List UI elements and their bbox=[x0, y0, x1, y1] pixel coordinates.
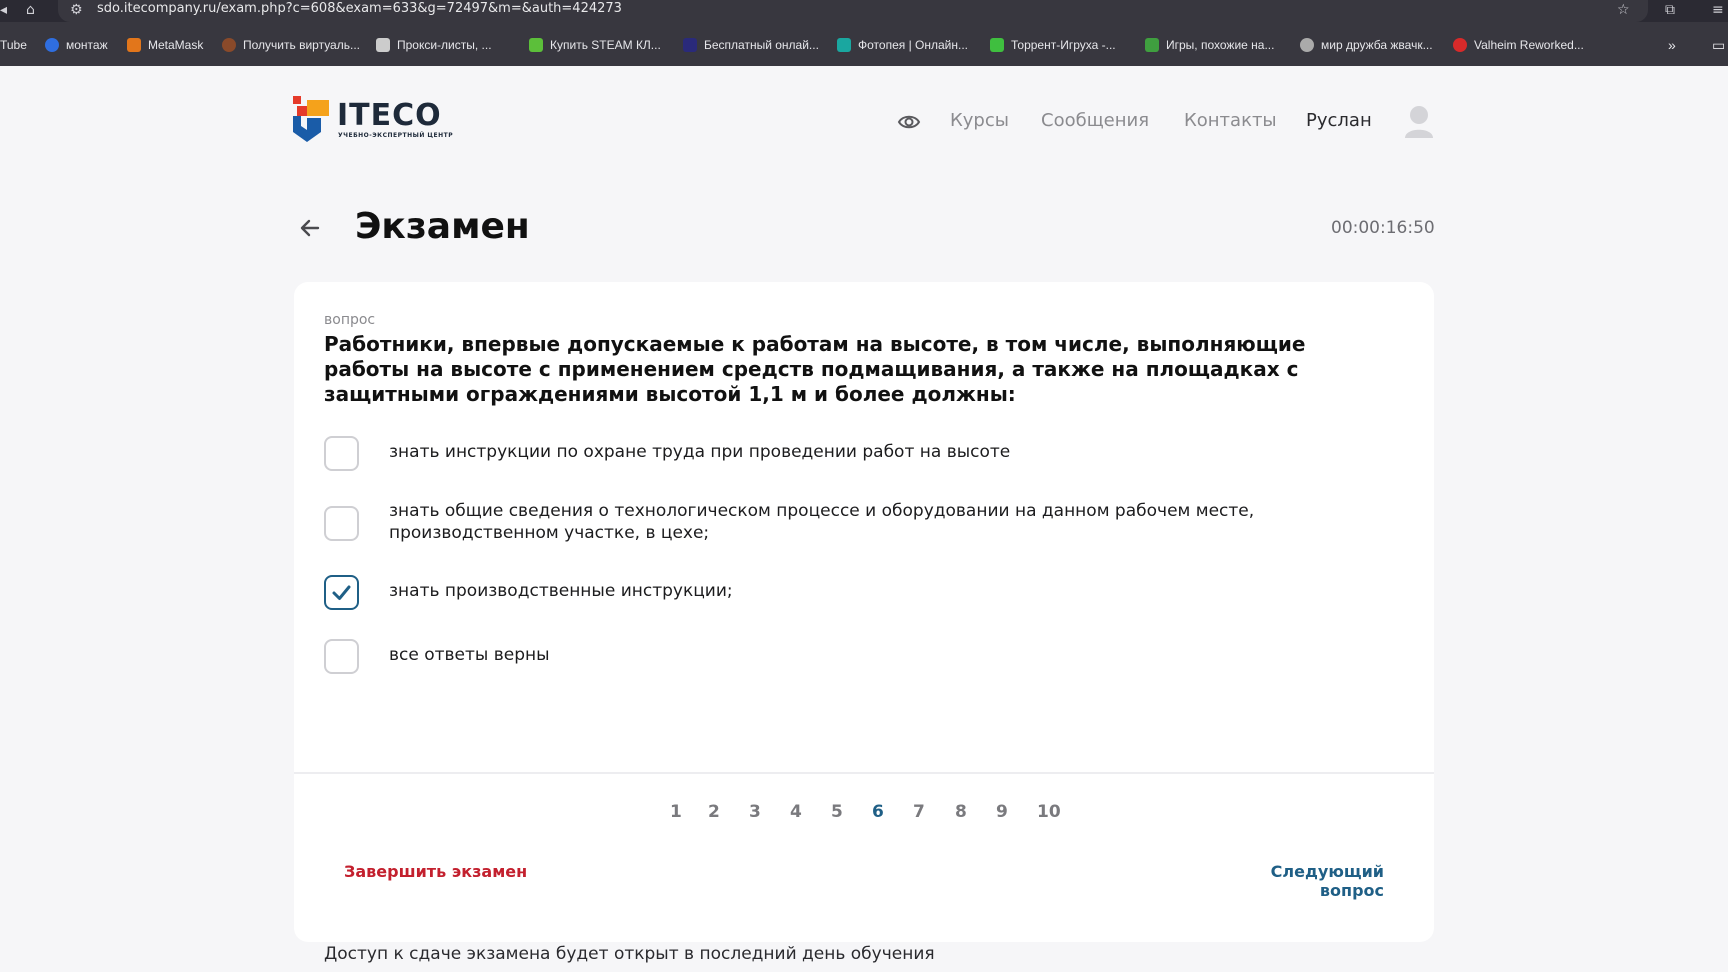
back-arrow-icon[interactable] bbox=[300, 218, 320, 238]
check-icon bbox=[332, 585, 351, 600]
page-link[interactable]: 8 bbox=[955, 802, 967, 822]
bookmark-icon bbox=[683, 38, 697, 52]
bookmark[interactable]: Игры, похожие на... bbox=[1145, 37, 1274, 53]
page-title: Экзамен bbox=[355, 206, 530, 247]
back-nav-icon[interactable]: ◂ bbox=[0, 1, 7, 19]
bookmark[interactable]: Прокси-листы, ... bbox=[376, 37, 492, 53]
nav-messages[interactable]: Сообщения bbox=[1041, 110, 1149, 131]
page-link[interactable]: 1 bbox=[670, 802, 682, 822]
answer-text: знать инструкции по охране труда при про… bbox=[389, 442, 1011, 462]
page-link-current[interactable]: 6 bbox=[872, 802, 884, 822]
home-icon[interactable]: ⌂ bbox=[26, 1, 35, 19]
answer-text: знать общие сведения о технологическом п… bbox=[389, 501, 1255, 543]
browser-toolbar: ◂ ⌂ ⚙ sdo.itecompany.ru/exam.php?c=608&e… bbox=[0, 0, 1728, 22]
question-label: вопрос bbox=[324, 312, 376, 328]
bookmark-icon bbox=[45, 38, 59, 52]
answer-option[interactable]: знать общие сведения о технологическом п… bbox=[324, 501, 1254, 543]
site-settings-icon[interactable]: ⚙ bbox=[70, 1, 83, 19]
divider bbox=[294, 772, 1434, 774]
folder-icon[interactable]: ▭ bbox=[1712, 37, 1725, 53]
brand-subtitle: УЧЕБНО-ЭКСПЕРТНЫЙ ЦЕНТР bbox=[338, 132, 454, 139]
page: ITECO УЧЕБНО-ЭКСПЕРТНЫЙ ЦЕНТР Курсы Сооб… bbox=[0, 66, 1728, 972]
answer-option[interactable]: знать производственные инструкции; bbox=[324, 575, 733, 610]
more-bookmarks-icon[interactable]: » bbox=[1668, 37, 1676, 53]
bookmark-icon bbox=[222, 38, 236, 52]
bookmark-icon bbox=[529, 38, 543, 52]
nav-contacts[interactable]: Контакты bbox=[1184, 110, 1277, 131]
answer-text: все ответы верны bbox=[389, 645, 550, 665]
finish-exam-button[interactable]: Завершить экзамен bbox=[344, 862, 527, 881]
bookmark[interactable]: мир дружба жвачк... bbox=[1300, 37, 1433, 53]
answer-text: знать производственные инструкции; bbox=[389, 581, 733, 601]
bookmark[interactable]: монтаж bbox=[45, 37, 108, 53]
menu-icon[interactable]: ≡ bbox=[1712, 1, 1724, 19]
answer-checkbox[interactable] bbox=[324, 436, 359, 471]
bookmark[interactable]: Купить STEAM КЛ... bbox=[529, 37, 661, 53]
question-text: Работники, впервые допускаемые к работам… bbox=[324, 332, 1306, 406]
answer-checkbox[interactable] bbox=[324, 639, 359, 674]
bookmark[interactable]: Valheim Reworked... bbox=[1453, 37, 1584, 53]
page-link[interactable]: 10 bbox=[1037, 802, 1061, 822]
logo[interactable]: ITECO УЧЕБНО-ЭКСПЕРТНЫЙ ЦЕНТР bbox=[293, 96, 453, 142]
bookmark-icon bbox=[990, 38, 1004, 52]
bookmark[interactable]: MetaMask bbox=[127, 37, 203, 53]
iteco-logo-icon bbox=[293, 96, 329, 142]
bookmark[interactable]: Tube bbox=[0, 37, 27, 53]
answer-checkbox-checked[interactable] bbox=[324, 575, 359, 610]
metamask-icon bbox=[127, 38, 141, 52]
bookmark[interactable]: Торрент-Игруха -... bbox=[990, 37, 1116, 53]
page-link[interactable]: 2 bbox=[708, 802, 720, 822]
bookmark-icon bbox=[1145, 38, 1159, 52]
question-pagination: 1 2 3 4 5 6 7 8 9 10 bbox=[294, 802, 1434, 832]
page-link[interactable]: 5 bbox=[831, 802, 843, 822]
access-note: Доступ к сдаче экзамена будет открыт в п… bbox=[324, 944, 935, 964]
answer-option[interactable]: знать инструкции по охране труда при про… bbox=[324, 436, 1010, 471]
photopea-icon bbox=[837, 38, 851, 52]
bookmark[interactable]: Фотопея | Онлайн... bbox=[837, 37, 968, 53]
bookmark[interactable]: Получить виртуаль... bbox=[222, 37, 360, 53]
answer-option[interactable]: все ответы верны bbox=[324, 639, 550, 674]
bookmark-icon bbox=[1453, 38, 1467, 52]
page-link[interactable]: 7 bbox=[913, 802, 925, 822]
nav-user-name[interactable]: Руслан bbox=[1306, 110, 1372, 131]
globe-icon bbox=[1300, 38, 1314, 52]
url-text[interactable]: sdo.itecompany.ru/exam.php?c=608&exam=63… bbox=[97, 1, 622, 16]
nav-courses[interactable]: Курсы bbox=[950, 110, 1009, 131]
avatar-icon[interactable] bbox=[1404, 104, 1434, 138]
star-icon[interactable]: ☆ bbox=[1617, 1, 1630, 19]
bookmark-icon bbox=[376, 38, 390, 52]
bookmarks-bar: Tube монтаж MetaMask Получить виртуаль..… bbox=[0, 22, 1728, 66]
page-link[interactable]: 3 bbox=[749, 802, 761, 822]
next-question-button[interactable]: Следующий вопрос bbox=[1214, 862, 1384, 900]
answer-checkbox[interactable] bbox=[324, 506, 359, 541]
question-card: вопрос Работники, впервые допускаемые к … bbox=[294, 282, 1434, 964]
page-link[interactable]: 4 bbox=[790, 802, 802, 822]
bookmark[interactable]: Бесплатный онлай... bbox=[683, 37, 819, 53]
page-link[interactable]: 9 bbox=[996, 802, 1008, 822]
eye-icon[interactable] bbox=[897, 110, 921, 134]
brand-name: ITECO bbox=[337, 98, 442, 133]
extensions-icon[interactable]: ⧉ bbox=[1665, 1, 1675, 19]
exam-timer: 00:00:16:50 bbox=[1331, 218, 1435, 238]
